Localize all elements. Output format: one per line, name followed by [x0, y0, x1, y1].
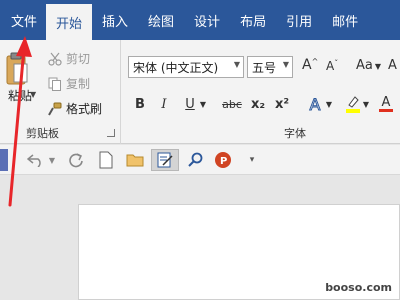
folder-icon	[126, 154, 144, 167]
customize-toolbar-icon[interactable]: ▾	[246, 149, 258, 171]
paintbrush-icon	[48, 102, 62, 115]
redo-button[interactable]	[66, 149, 86, 171]
superscript-button[interactable]: x²	[272, 94, 292, 114]
underline-dropdown-icon[interactable]: ▼	[199, 94, 207, 114]
undo-dropdown-icon[interactable]: ▼	[48, 149, 56, 171]
ribbon-tab-bar: 文件 开始 插入 绘图 设计 布局 引用 邮件	[0, 0, 400, 40]
caret-up-icon: ^	[311, 57, 319, 66]
tab-home[interactable]: 开始	[46, 2, 93, 40]
watermark: booso.com	[325, 281, 392, 294]
font-color-label: A	[381, 95, 391, 110]
powerpoint-icon: P	[215, 152, 231, 168]
clear-formatting-icon[interactable]: A	[388, 58, 397, 73]
cut-button[interactable]: 剪切	[48, 50, 90, 67]
change-case-button[interactable]: Aa ▼	[356, 58, 381, 73]
underline-button[interactable]: U	[182, 94, 198, 114]
italic-button[interactable]: I	[156, 94, 172, 114]
font-name-value: 宋体 (中文正文)	[133, 61, 219, 75]
redo-icon	[69, 153, 83, 168]
grow-font-label: A	[302, 57, 312, 73]
cut-label: 剪切	[66, 52, 91, 66]
clipboard-dialog-launcher-icon[interactable]	[107, 129, 115, 137]
svg-text:P: P	[220, 156, 227, 167]
highlight-dropdown-icon[interactable]: ▼	[362, 94, 370, 114]
font-size-value: 五号	[252, 61, 277, 75]
grow-font-button[interactable]: A^	[302, 57, 318, 73]
undo-icon	[27, 154, 41, 167]
ribbon: 粘贴 ▼ 剪切 复制 格式刷 剪贴板 宋体 (中文正文) ▼ 五号 ▼ A^ A…	[0, 40, 400, 144]
paste-button-label[interactable]: 粘贴	[8, 87, 32, 104]
edit-document-icon	[157, 152, 173, 168]
save-icon[interactable]	[0, 149, 8, 171]
font-color-button[interactable]: A	[378, 94, 394, 114]
paste-icon[interactable]	[6, 52, 28, 86]
font-size-select[interactable]: 五号 ▼	[247, 56, 293, 78]
tab-insert[interactable]: 插入	[92, 0, 138, 40]
new-document-icon	[99, 151, 113, 169]
format-painter-button[interactable]: 格式刷	[48, 100, 102, 117]
powerpoint-button[interactable]: P	[212, 149, 234, 171]
highlighter-icon	[346, 96, 360, 113]
tab-mailings[interactable]: 邮件	[322, 0, 368, 40]
copy-icon	[48, 77, 61, 91]
text-effects-dropdown-icon[interactable]: ▼	[325, 94, 333, 114]
new-document-button[interactable]	[96, 149, 116, 171]
font-color-swatch	[379, 109, 393, 112]
tab-references[interactable]: 引用	[276, 0, 322, 40]
tab-layout[interactable]: 布局	[230, 0, 276, 40]
change-case-label: Aa	[356, 58, 373, 73]
strikethrough-button[interactable]: abc	[220, 94, 244, 114]
highlight-button[interactable]	[344, 94, 362, 114]
open-button[interactable]	[124, 149, 146, 171]
print-layout-button[interactable]	[151, 149, 179, 171]
subscript-button[interactable]: x₂	[248, 94, 268, 114]
shrink-font-label: A	[326, 59, 335, 73]
quick-access-toolbar: ▼ P ▾	[0, 145, 400, 175]
undo-button[interactable]	[26, 149, 46, 171]
chevron-down-icon: ▼	[233, 60, 240, 69]
shrink-font-button[interactable]: Aˇ	[326, 59, 338, 73]
tab-draw[interactable]: 绘图	[138, 0, 184, 40]
font-group: 宋体 (中文正文) ▼ 五号 ▼ A^ Aˇ Aa ▼ A B I U ▼ abc…	[122, 40, 400, 144]
tab-file[interactable]: 文件	[0, 0, 46, 40]
chevron-down-icon: ▼	[374, 62, 382, 71]
caret-down-icon: ˇ	[334, 59, 339, 68]
clipboard-group-label: 剪贴板	[26, 127, 59, 140]
copy-label: 复制	[66, 77, 91, 91]
text-effects-button[interactable]: A	[306, 94, 324, 114]
paste-dropdown-icon[interactable]: ▼	[30, 90, 36, 99]
bold-button[interactable]: B	[132, 94, 148, 114]
copy-button[interactable]: 复制	[48, 75, 90, 92]
search-button[interactable]	[186, 149, 206, 171]
scissors-icon	[48, 52, 62, 66]
font-name-select[interactable]: 宋体 (中文正文) ▼	[128, 56, 244, 78]
clipboard-group: 粘贴 ▼ 剪切 复制 格式刷 剪贴板	[0, 40, 121, 144]
format-painter-label: 格式刷	[66, 102, 103, 116]
document-area: booso.com	[0, 176, 400, 300]
search-icon	[188, 152, 203, 167]
chevron-down-icon: ▼	[282, 60, 289, 69]
font-group-label: 字体	[284, 127, 306, 140]
tab-design[interactable]: 设计	[184, 0, 230, 40]
